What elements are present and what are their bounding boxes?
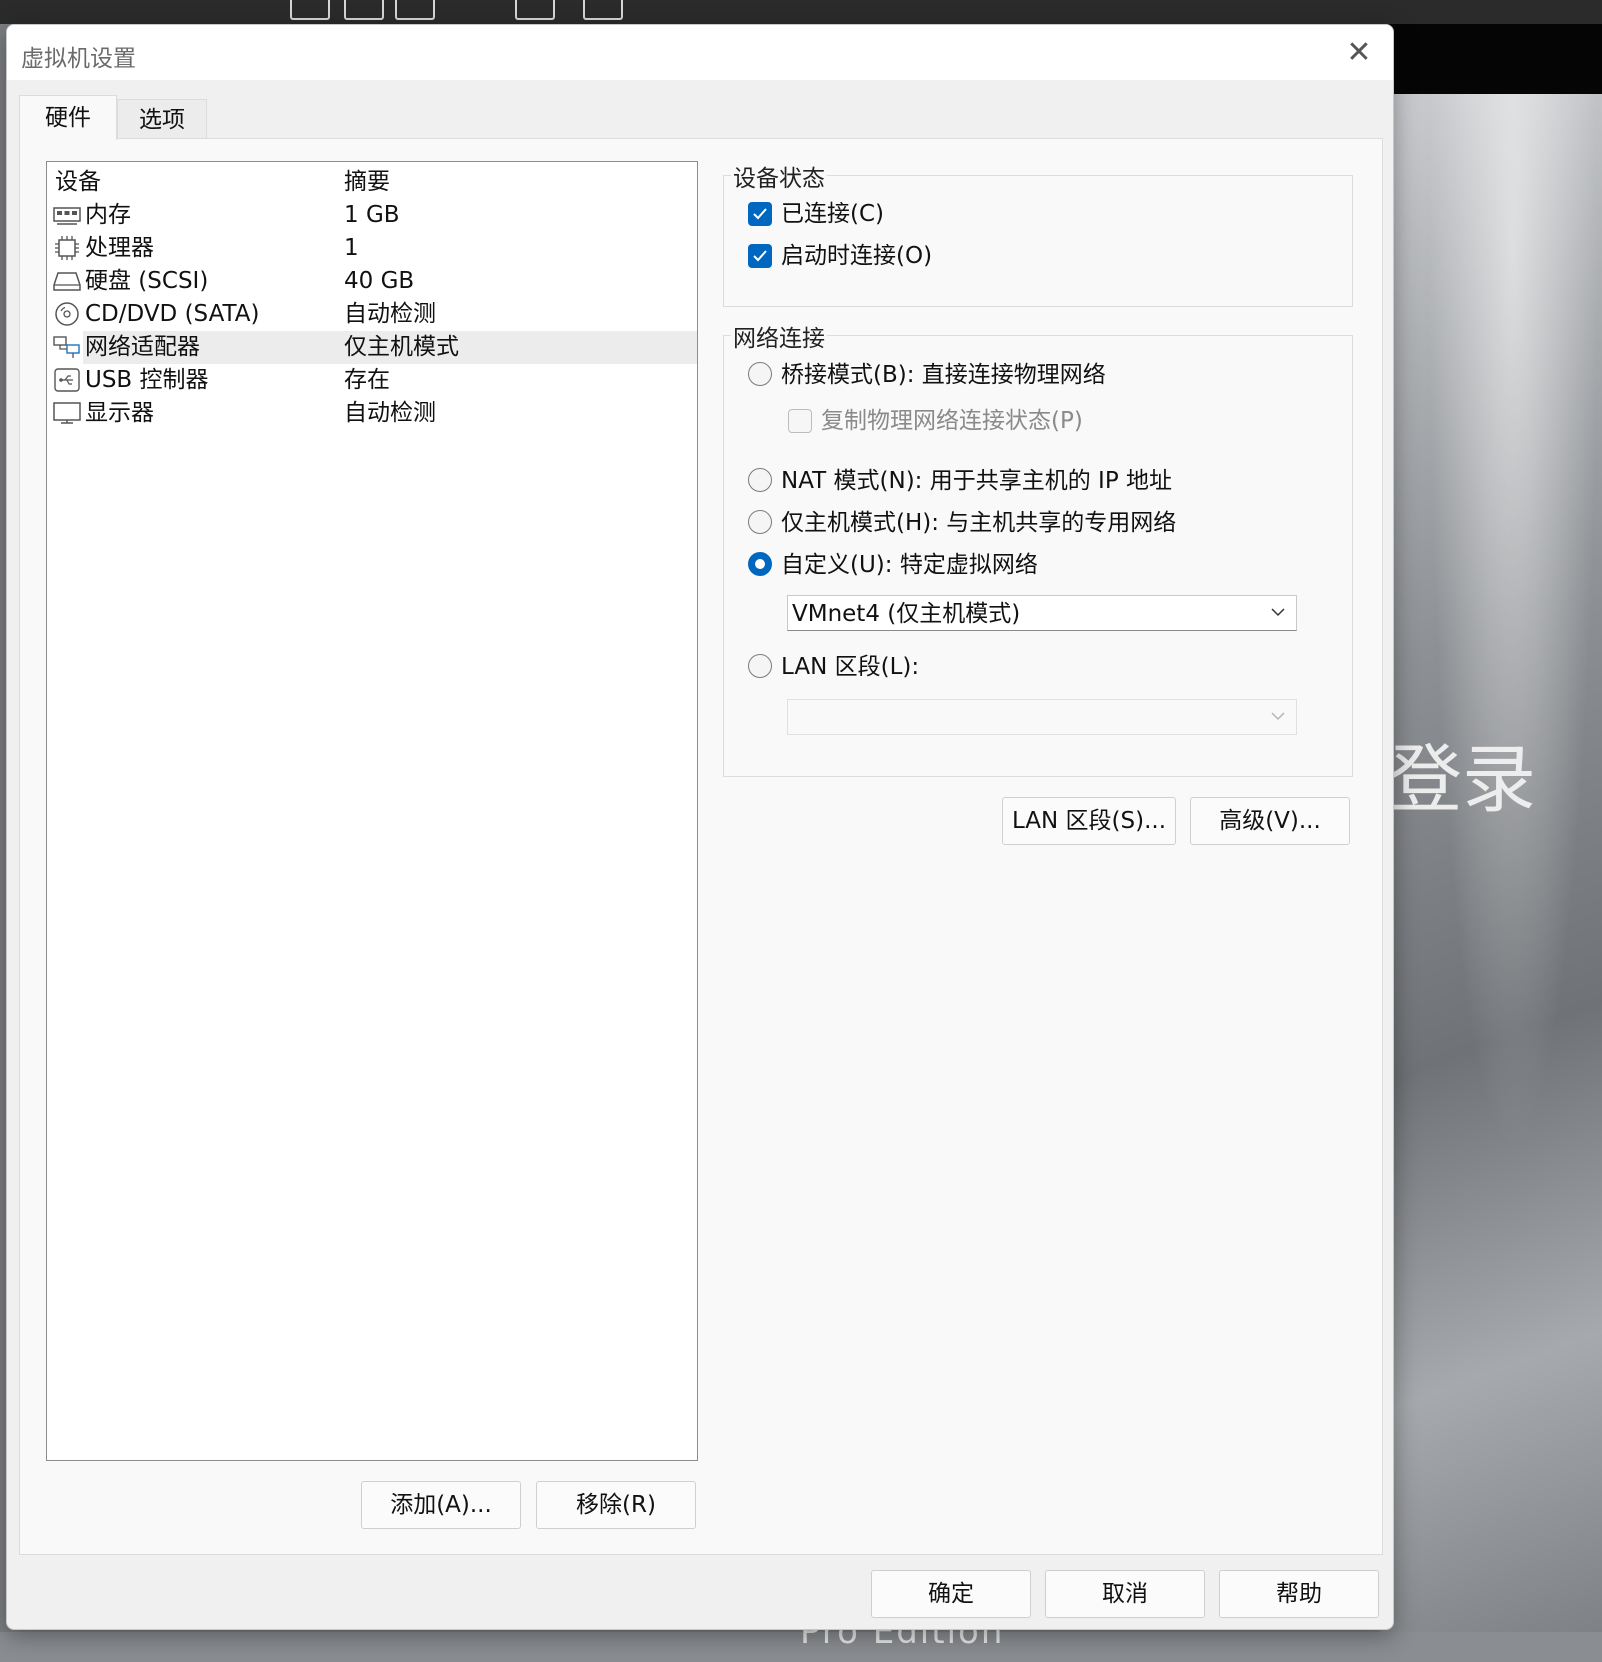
- tab-hardware[interactable]: 硬件: [19, 95, 117, 140]
- replicate-state-label: 复制物理网络连接状态(P): [821, 408, 1083, 434]
- close-icon[interactable]: ✕: [1341, 35, 1377, 71]
- cancel-button[interactable]: 取消: [1045, 1570, 1205, 1618]
- display-icon: [53, 402, 81, 424]
- host-toolbar: [0, 0, 1602, 24]
- device-summary: 自动检测: [344, 301, 436, 327]
- device-row-cd-dvd[interactable]: CD/DVD (SATA) 自动检测: [47, 298, 697, 331]
- toolbar-button[interactable]: [290, 0, 330, 20]
- network-adapter-icon: [53, 336, 80, 358]
- custom-network-select[interactable]: VMnet4 (仅主机模式): [787, 595, 1297, 631]
- dialog-title: 虚拟机设置: [21, 46, 136, 72]
- header-summary[interactable]: 摘要: [344, 166, 390, 199]
- radio-unchecked[interactable]: [748, 654, 772, 678]
- device-list: 设备 摘要 内存 1 GB 处理器 1 硬盘 (SCSI) 40 GB CD/D…: [46, 161, 698, 1461]
- checkmark-icon: [753, 250, 767, 262]
- network-connection-title: 网络连接: [731, 319, 827, 353]
- toolbar-button[interactable]: [583, 0, 623, 20]
- guest-screen: [1380, 94, 1602, 1662]
- custom-label: 自定义(U): 特定虚拟网络: [781, 552, 1038, 578]
- toolbar-button[interactable]: [395, 0, 435, 20]
- device-summary: 1: [344, 235, 359, 261]
- remove-button[interactable]: 移除(R): [536, 1481, 696, 1529]
- hardware-panel: 设备 摘要 内存 1 GB 处理器 1 硬盘 (SCSI) 40 GB CD/D…: [19, 138, 1383, 1555]
- custom-network-value: VMnet4 (仅主机模式): [792, 601, 1021, 627]
- bridged-label: 桥接模式(B): 直接连接物理网络: [781, 362, 1106, 388]
- device-summary: 自动检测: [344, 400, 436, 426]
- device-name: 内存: [85, 202, 131, 228]
- lan-segment-select[interactable]: [787, 699, 1297, 735]
- harddisk-icon: [53, 272, 81, 291]
- memory-icon: [53, 207, 81, 225]
- ok-button[interactable]: 确定: [871, 1570, 1031, 1618]
- header-device[interactable]: 设备: [55, 166, 101, 199]
- radio-unchecked[interactable]: [748, 362, 772, 386]
- nat-label: NAT 模式(N): 用于共享主机的 IP 地址: [781, 468, 1172, 494]
- advanced-button[interactable]: 高级(V)...: [1190, 797, 1350, 845]
- add-button[interactable]: 添加(A)...: [361, 1481, 521, 1529]
- lan-segment-label: LAN 区段(L):: [781, 654, 920, 680]
- device-summary: 1 GB: [344, 202, 400, 228]
- device-row-network-adapter[interactable]: 网络适配器 仅主机模式: [47, 331, 697, 364]
- device-row-usb[interactable]: USB 控制器 存在: [47, 364, 697, 397]
- processor-icon: [55, 236, 79, 260]
- tab-options[interactable]: 选项: [117, 99, 207, 140]
- usb-icon: [54, 368, 80, 392]
- device-row-display[interactable]: 显示器 自动检测: [47, 397, 697, 430]
- device-name: CD/DVD (SATA): [85, 301, 260, 327]
- checkbox-unchecked[interactable]: [788, 409, 812, 433]
- device-list-header: 设备 摘要: [47, 166, 697, 199]
- checkbox-checked[interactable]: [748, 244, 772, 268]
- device-name: USB 控制器: [85, 367, 209, 393]
- guest-login-text: 登录: [1388, 737, 1536, 823]
- device-name: 网络适配器: [85, 334, 200, 360]
- radio-unchecked[interactable]: [748, 510, 772, 534]
- chevron-down-icon: [1271, 608, 1285, 617]
- device-row-processor[interactable]: 处理器 1: [47, 232, 697, 265]
- toolbar-button[interactable]: [344, 0, 384, 20]
- device-status-title: 设备状态: [731, 159, 827, 193]
- lan-segments-button[interactable]: LAN 区段(S)...: [1002, 797, 1176, 845]
- device-row-harddisk[interactable]: 硬盘 (SCSI) 40 GB: [47, 265, 697, 298]
- device-summary: 存在: [344, 367, 390, 393]
- device-summary: 仅主机模式: [344, 334, 459, 360]
- vm-settings-dialog: 虚拟机设置 ✕ 硬件 选项 设备 摘要 内存 1 GB 处理器 1 硬盘 (SC…: [6, 24, 1394, 1630]
- connect-at-power-on-label: 启动时连接(O): [781, 243, 933, 269]
- radio-unchecked[interactable]: [748, 468, 772, 492]
- device-summary: 40 GB: [344, 268, 415, 294]
- host-only-label: 仅主机模式(H): 与主机共享的专用网络: [781, 510, 1177, 536]
- radio-checked[interactable]: [748, 552, 772, 576]
- dialog-titlebar: 虚拟机设置 ✕: [7, 25, 1393, 80]
- chevron-down-icon: [1271, 712, 1285, 721]
- device-name: 硬盘 (SCSI): [85, 268, 209, 294]
- cd-dvd-icon: [55, 302, 79, 326]
- help-button[interactable]: 帮助: [1219, 1570, 1379, 1618]
- toolbar-button[interactable]: [515, 0, 555, 20]
- connected-label: 已连接(C): [781, 201, 885, 227]
- device-name: 显示器: [85, 400, 154, 426]
- checkmark-icon: [753, 208, 767, 220]
- device-name: 处理器: [85, 235, 154, 261]
- device-row-memory[interactable]: 内存 1 GB: [47, 199, 697, 232]
- host-tab-strip: [1380, 24, 1602, 94]
- checkbox-checked[interactable]: [748, 202, 772, 226]
